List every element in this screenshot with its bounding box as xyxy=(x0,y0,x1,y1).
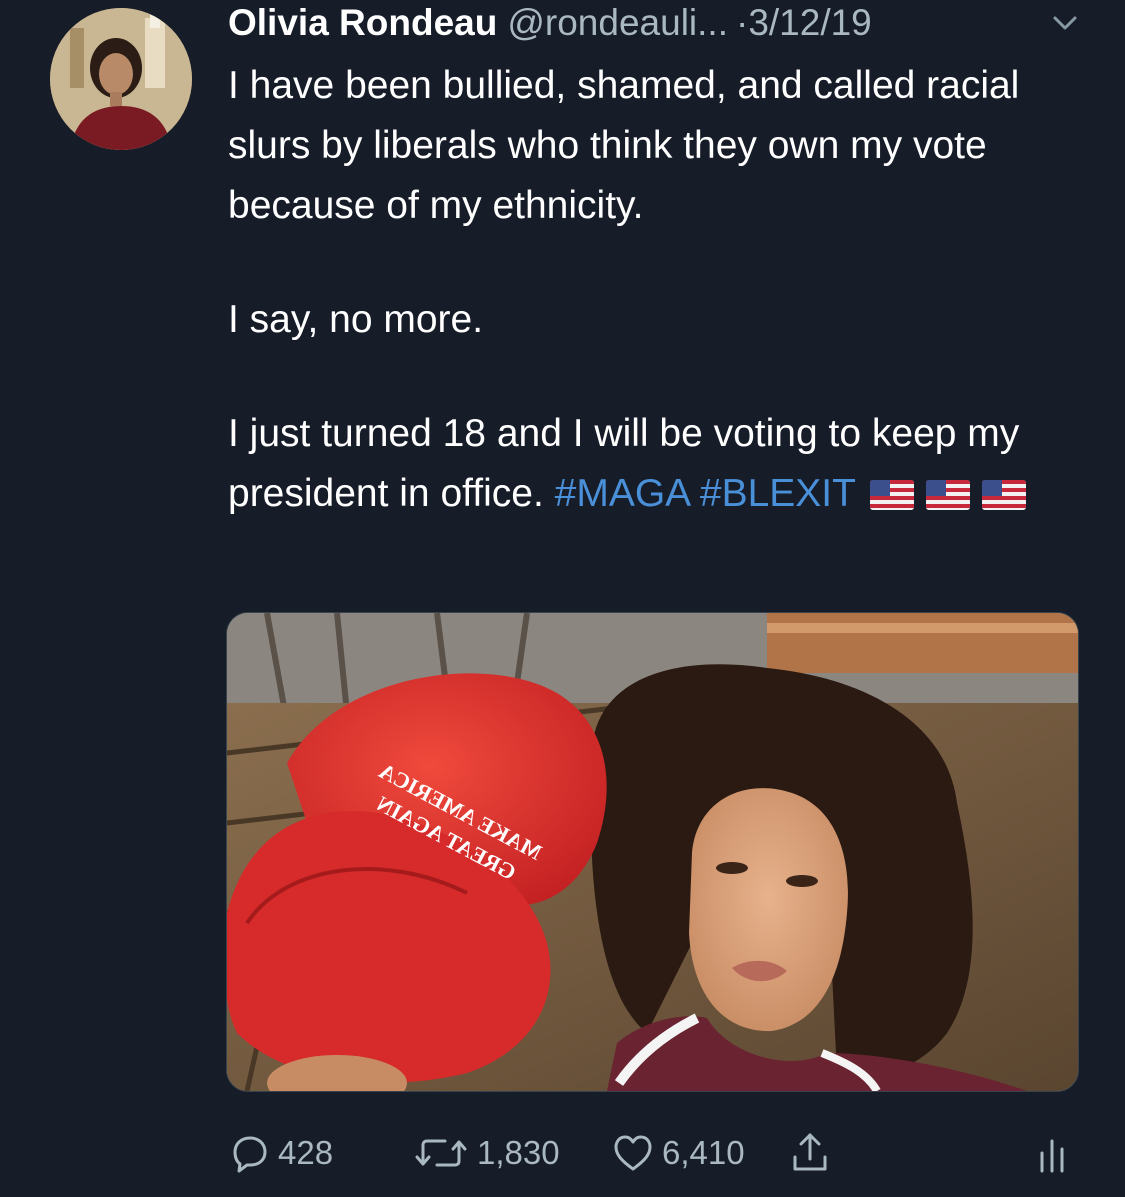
reply-count: 428 xyxy=(278,1134,334,1171)
retweet-count: 1,830 xyxy=(477,1134,560,1171)
analytics-icon xyxy=(1040,1139,1064,1173)
tweet-date[interactable]: 3/12/19 xyxy=(748,2,871,43)
reply-button[interactable]: 428 xyxy=(230,1128,333,1178)
share-button[interactable] xyxy=(790,1128,830,1178)
flag-us-icon xyxy=(925,480,970,510)
heart-icon xyxy=(614,1135,652,1171)
selfie-photo: MAKE AMERICA GREAT AGAIN xyxy=(227,613,1078,1091)
tweet-paragraph: I just turned 18 and I will be voting to… xyxy=(228,404,1068,528)
like-count: 6,410 xyxy=(662,1134,745,1171)
separator-dot: · xyxy=(735,2,749,43)
tweet-media[interactable]: MAKE AMERICA GREAT AGAIN xyxy=(226,612,1079,1092)
retweet-icon xyxy=(415,1139,467,1167)
avatar[interactable] xyxy=(50,8,192,150)
tweet-header: Olivia Rondeau @rondeauli... ·3/12/19 xyxy=(228,2,1088,50)
tweet: Olivia Rondeau @rondeauli... ·3/12/19 I ha… xyxy=(0,0,1125,1197)
analytics-button[interactable] xyxy=(1036,1128,1068,1178)
reply-icon xyxy=(233,1136,267,1173)
tweet-text: I have been bullied, shamed, and called … xyxy=(228,56,1068,528)
retweet-button[interactable]: 1,830 xyxy=(413,1128,560,1178)
tweet-paragraph: I say, no more. xyxy=(228,298,484,341)
flag-emojis xyxy=(869,468,1038,528)
flag-us-icon xyxy=(869,480,914,510)
hashtag-maga[interactable]: #MAGA xyxy=(555,472,689,515)
like-button[interactable]: 6,410 xyxy=(612,1128,745,1178)
author-handle[interactable]: @rondeauli... xyxy=(507,2,728,43)
chevron-down-icon[interactable] xyxy=(1048,6,1082,40)
share-icon xyxy=(793,1133,827,1171)
avatar-photo xyxy=(50,8,192,150)
flag-us-icon xyxy=(981,480,1026,510)
hashtag-blexit[interactable]: #BLEXIT xyxy=(700,472,856,515)
tweet-actions: 428 1,830 6,410 xyxy=(228,1128,1078,1178)
author-name[interactable]: Olivia Rondeau xyxy=(228,2,497,43)
tweet-paragraph: I have been bullied, shamed, and called … xyxy=(228,64,1020,227)
